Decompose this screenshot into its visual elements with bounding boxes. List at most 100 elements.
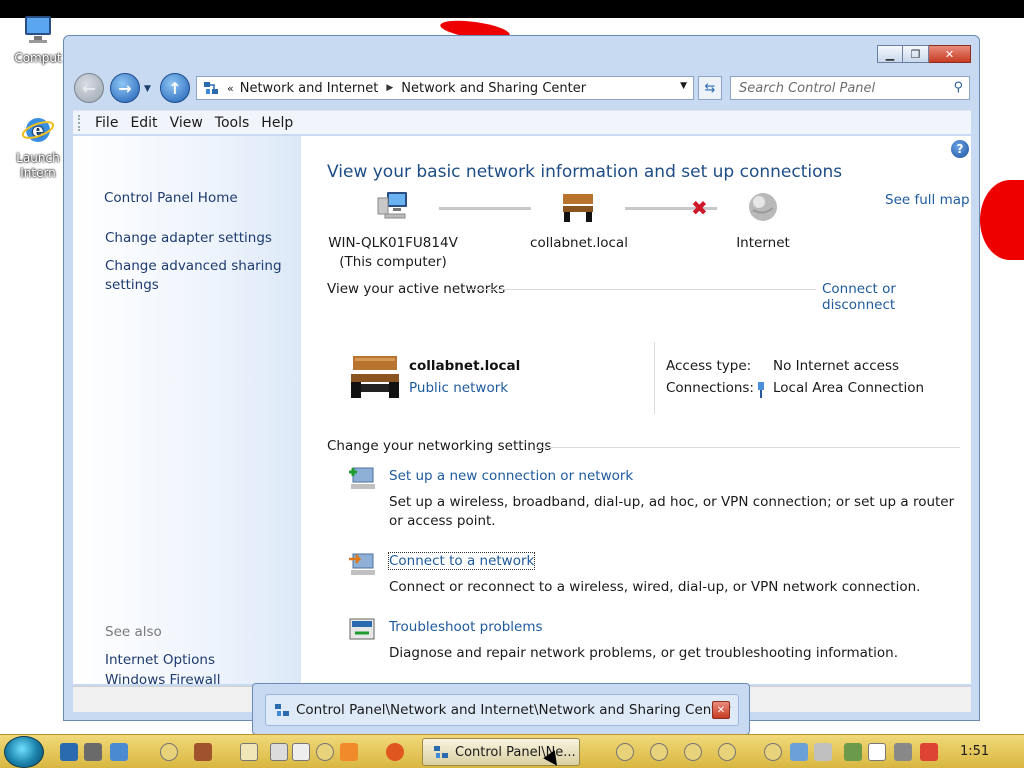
thumbnail-close-button[interactable]: ✕ xyxy=(712,701,730,719)
see-also-title: See also xyxy=(105,624,162,640)
forward-button[interactable]: → xyxy=(110,73,140,103)
caption-buttons: ▁ ❐ ✕ xyxy=(877,45,971,63)
app-icon[interactable] xyxy=(718,743,736,761)
arrow-left-icon: ← xyxy=(82,78,96,98)
refresh-button[interactable]: ⇆ xyxy=(698,76,722,100)
show-desktop-icon[interactable] xyxy=(60,743,78,761)
app-icon[interactable] xyxy=(650,743,668,761)
address-bar[interactable]: « Network and Internet ▶ Network and Sha… xyxy=(196,76,694,100)
troubleshoot-problems-description: Diagnose and repair network problems, or… xyxy=(389,645,899,661)
app-icon[interactable] xyxy=(194,743,212,761)
system-clock[interactable]: 1:51 xyxy=(960,744,989,759)
desktop-icon-label: Launch Intern xyxy=(16,151,60,180)
folder-icon[interactable] xyxy=(240,743,258,761)
menu-view[interactable]: View xyxy=(164,115,209,131)
tray-icon[interactable] xyxy=(894,743,912,761)
divider xyxy=(654,342,655,414)
app-icon[interactable] xyxy=(160,743,178,761)
network-center-icon xyxy=(434,746,448,758)
app-icon[interactable] xyxy=(340,743,358,761)
map-internet-label[interactable]: Internet xyxy=(721,234,805,253)
task-pane: Control Panel Home Change adapter settin… xyxy=(73,136,301,688)
menu-edit[interactable]: Edit xyxy=(124,115,163,131)
divider xyxy=(468,289,816,290)
networking-settings-title: Change your networking settings xyxy=(327,438,552,454)
app-icon[interactable] xyxy=(270,743,288,761)
setup-connection-description: Set up a wireless, broadband, dial-up, a… xyxy=(389,494,955,529)
taskbar: Control Panel\Ne... 1:51 xyxy=(0,734,1024,768)
app-icon[interactable] xyxy=(316,743,334,761)
tray-icon[interactable] xyxy=(814,743,832,761)
minimize-icon: ▁ xyxy=(885,47,895,61)
help-icon[interactable]: ? xyxy=(951,140,969,158)
menu-tools[interactable]: Tools xyxy=(209,115,256,131)
address-overflow[interactable]: « xyxy=(227,82,234,95)
this-computer-icon xyxy=(377,192,407,219)
disconnected-icon: ✖ xyxy=(691,196,708,220)
setup-connection-link[interactable]: Set up a new connection or network xyxy=(389,468,633,484)
new-connection-icon xyxy=(349,467,375,489)
ethernet-plug-icon xyxy=(758,382,764,398)
close-icon: ✕ xyxy=(716,704,726,716)
access-type-label: Access type: xyxy=(666,358,752,374)
local-area-connection-link[interactable]: Local Area Connection xyxy=(773,380,924,396)
thumbnail-window-title[interactable]: Control Panel\Network and Internet\Netwo… xyxy=(265,694,739,726)
see-full-map-link[interactable]: See full map xyxy=(885,192,970,208)
maximize-button[interactable]: ❐ xyxy=(903,45,929,63)
arrow-up-icon: ↑ xyxy=(168,78,182,98)
desktop-icon-computer[interactable]: Comput xyxy=(8,14,68,66)
globe-icon xyxy=(749,193,777,221)
connect-or-disconnect-link[interactable]: Connect or disconnect xyxy=(822,281,971,313)
back-button[interactable]: ← xyxy=(74,73,104,103)
flag-icon[interactable] xyxy=(868,743,886,761)
volume-muted-icon[interactable] xyxy=(920,743,938,761)
breadcrumb-network-sharing-center[interactable]: Network and Sharing Center xyxy=(401,81,586,96)
up-button[interactable]: ↑ xyxy=(160,73,190,103)
firefox-icon[interactable] xyxy=(386,743,404,761)
menu-file[interactable]: File xyxy=(89,115,124,131)
computer-icon xyxy=(25,16,51,43)
document-icon[interactable] xyxy=(292,743,310,761)
troubleshoot-icon xyxy=(349,618,375,640)
search-input[interactable]: Search Control Panel ⚲ xyxy=(730,76,970,100)
network-location-link[interactable]: Public network xyxy=(409,380,508,396)
breadcrumb-network-and-internet[interactable]: Network and Internet xyxy=(240,81,379,96)
map-connection-line xyxy=(439,207,531,210)
troubleshoot-problems-link[interactable]: Troubleshoot problems xyxy=(389,619,543,635)
arrow-right-icon: → xyxy=(118,78,132,98)
tray-icon[interactable] xyxy=(844,743,862,761)
desktop-icon-internet-explorer[interactable]: e Launch Intern xyxy=(8,114,68,181)
content-area: Control Panel Home Change adapter settin… xyxy=(73,136,971,688)
quick-launch-icon[interactable] xyxy=(84,743,102,761)
map-network-label[interactable]: collabnet.local xyxy=(519,234,639,253)
network-center-icon xyxy=(204,82,218,94)
change-adapter-settings-link[interactable]: Change adapter settings xyxy=(105,229,272,248)
control-panel-home-link[interactable]: Control Panel Home xyxy=(104,189,238,208)
quick-launch-icon[interactable] xyxy=(110,743,128,761)
breadcrumb-separator-icon[interactable]: ▶ xyxy=(386,83,393,93)
search-placeholder: Search Control Panel xyxy=(739,80,876,96)
change-advanced-sharing-link[interactable]: Change advanced sharing settings xyxy=(105,257,285,295)
page-title: View your basic network information and … xyxy=(327,162,843,182)
minimize-button[interactable]: ▁ xyxy=(877,45,903,63)
divider xyxy=(536,447,960,448)
computer-name: WIN-QLK01FU814V xyxy=(328,235,458,251)
network-bench-icon xyxy=(563,194,593,222)
search-icon[interactable]: ⚲ xyxy=(953,80,963,95)
app-icon[interactable] xyxy=(616,743,634,761)
menu-help[interactable]: Help xyxy=(255,115,299,131)
network-tray-icon[interactable] xyxy=(790,743,808,761)
address-dropdown-icon[interactable]: ▼ xyxy=(680,81,687,91)
internet-options-link[interactable]: Internet Options xyxy=(105,651,215,670)
restore-icon: ❐ xyxy=(910,47,921,61)
connect-to-network-link[interactable]: Connect to a network xyxy=(387,552,536,570)
app-icon[interactable] xyxy=(684,743,702,761)
app-icon[interactable] xyxy=(764,743,782,761)
start-button[interactable] xyxy=(4,736,44,768)
recent-pages-dropdown[interactable]: ▼ xyxy=(144,84,151,94)
taskbar-thumbnail-popup: Control Panel\Network and Internet\Netwo… xyxy=(252,683,750,735)
active-network-name: collabnet.local xyxy=(409,358,521,374)
network-bench-icon[interactable] xyxy=(349,354,401,400)
close-button[interactable]: ✕ xyxy=(929,45,971,63)
this-computer-label: (This computer) xyxy=(339,254,447,270)
